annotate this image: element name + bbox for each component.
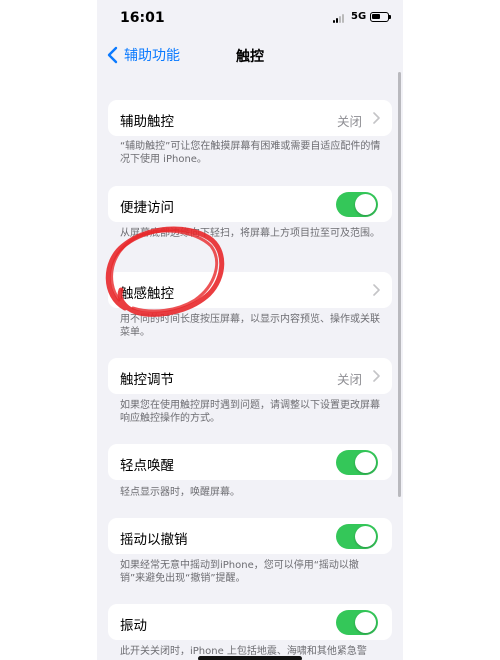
tap-to-wake-cell: 轻点唤醒 — [108, 444, 392, 480]
chevron-right-icon — [373, 112, 380, 124]
shake-to-undo-toggle[interactable] — [336, 524, 378, 549]
assistive-touch-label: 辅助触控 — [120, 114, 174, 130]
phone-screen: 16:01 5G 辅助功能 触控 辅助触控 关闭 “辅助触控”可让您在触摸屏幕有… — [97, 0, 403, 660]
shake-to-undo-cell: 摇动以撤销 — [108, 518, 392, 554]
reachability-cell: 便捷访问 — [108, 186, 392, 222]
toggle-knob — [355, 612, 376, 633]
shake-to-undo-label: 摇动以撤销 — [120, 532, 188, 548]
assistive-touch-footer: “辅助触控”可让您在触摸屏幕有困难或需要自适应配件的情况下使用 iPhone。 — [120, 141, 381, 165]
tap-to-wake-toggle[interactable] — [336, 450, 378, 475]
reachability-footer: 从屏幕底部边缘向下轻扫，将屏幕上方项目拉至可及范围。 — [120, 228, 380, 239]
touch-accommodations-cell[interactable]: 触控调节 关闭 — [108, 358, 392, 394]
reachability-label: 便捷访问 — [120, 200, 174, 216]
status-time: 16:01 — [120, 10, 165, 26]
status-bar: 16:01 5G — [97, 0, 403, 38]
vibration-toggle[interactable] — [336, 610, 378, 635]
battery-icon — [370, 12, 391, 22]
home-indicator — [198, 656, 302, 660]
toggle-knob — [355, 194, 376, 215]
haptic-touch-footer: 用不同的时间长度按压屏幕，以显示内容预览、操作或关联菜单。 — [120, 314, 380, 338]
scrollbar[interactable] — [398, 72, 401, 497]
reachability-toggle[interactable] — [336, 192, 378, 217]
cellular-signal-icon — [333, 13, 347, 23]
chevron-right-icon — [373, 370, 380, 382]
assistive-touch-cell[interactable]: 辅助触控 关闭 — [108, 100, 392, 136]
touch-accommodations-footer: 如果您在使用触控屏时遇到问题，请调整以下设置更改屏幕响应触控操作的方式。 — [120, 400, 380, 424]
toggle-knob — [355, 526, 376, 547]
vibration-cell: 振动 — [108, 604, 392, 640]
vibration-label: 振动 — [120, 618, 147, 634]
toggle-knob — [355, 452, 376, 473]
tap-to-wake-footer: 轻点显示器时，唤醒屏幕。 — [120, 487, 240, 498]
tap-to-wake-label: 轻点唤醒 — [120, 458, 174, 474]
page-title: 触控 — [236, 49, 264, 65]
shake-to-undo-footer: 如果经常无意中摇动到iPhone，您可以停用“摇动以撤销”来避免出现“撤销”提醒… — [120, 560, 359, 584]
assistive-touch-value: 关闭 — [336, 114, 362, 129]
chevron-right-icon — [373, 284, 380, 296]
navigation-bar: 辅助功能 触控 — [97, 38, 403, 72]
haptic-touch-label: 触感触控 — [120, 286, 174, 302]
touch-accommodations-label: 触控调节 — [120, 372, 174, 388]
network-type: 5G — [351, 11, 367, 22]
haptic-touch-cell[interactable]: 触感触控 — [108, 272, 392, 308]
touch-accommodations-value: 关闭 — [336, 372, 362, 387]
